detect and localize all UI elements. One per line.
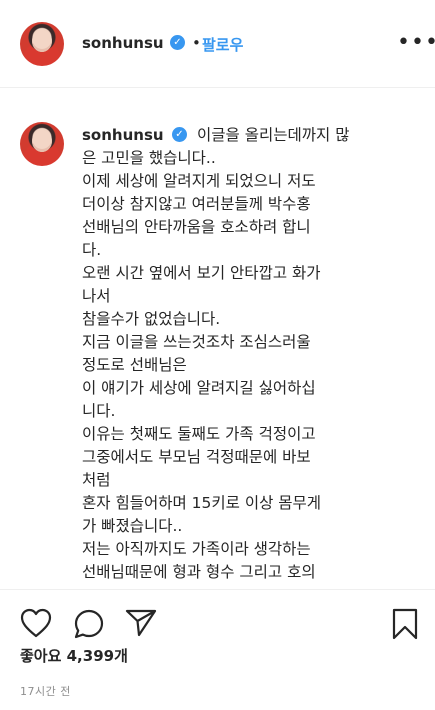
caption-line: 선배님의 안타까움을 호소하려 합니 xyxy=(82,218,311,236)
caption-line: 나서 xyxy=(82,287,111,305)
post-header: sonhunsu ✓ • 팔로우 ••• xyxy=(0,0,435,88)
caption-line: 선배님때문에 형과 형수 그리고 호의 xyxy=(82,563,316,581)
caption-line: 니다. xyxy=(82,402,116,420)
caption-username[interactable]: sonhunsu xyxy=(82,126,166,144)
caption-line: 이유는 첫째도 둘째도 가족 걱정이고 xyxy=(82,425,316,443)
caption-avatar[interactable] xyxy=(20,122,64,166)
caption-line: 정도로 선배님은 xyxy=(82,356,187,374)
caption-line: 그중에서도 부모님 걱정때문에 바보 xyxy=(82,448,311,466)
caption-line: 처럼 xyxy=(82,471,111,489)
post-caption: 이글을 올리는데까지 많 은 고민을 했습니다.. 이제 세상에 알려지게 되었… xyxy=(82,124,392,586)
caption-line: 가 빠졌습니다.. xyxy=(82,517,183,535)
follow-button[interactable]: 팔로우 xyxy=(202,34,243,55)
header-username[interactable]: sonhunsu xyxy=(82,34,164,52)
caption-line: 은 고민을 했습니다.. xyxy=(82,149,216,167)
heart-icon[interactable] xyxy=(20,608,52,638)
post-actions: 좋아요 4,399개 17시간 전 xyxy=(0,589,435,710)
share-icon[interactable] xyxy=(125,608,157,638)
avatar[interactable] xyxy=(20,22,64,66)
caption-line: 이 얘기가 세상에 알려지길 싫어하십 xyxy=(82,379,316,397)
caption-line: 오랜 시간 옆에서 보기 안타깝고 화가 xyxy=(82,264,321,282)
caption-line: 지금 이글을 쓰는것조차 조심스러울 xyxy=(82,333,311,351)
caption-line: 다. xyxy=(82,241,102,259)
verified-badge-icon: ✓ xyxy=(172,127,187,142)
caption-line: 참을수가 없었습니다. xyxy=(82,310,221,328)
verified-badge-icon: ✓ xyxy=(170,35,185,50)
caption-line: 더이상 참지않고 여러분들께 박수홍 xyxy=(82,195,311,213)
more-options-icon[interactable]: ••• xyxy=(397,30,435,55)
likes-count[interactable]: 좋아요 4,399개 xyxy=(20,645,128,666)
bookmark-icon[interactable] xyxy=(391,608,419,640)
post-timestamp[interactable]: 17시간 전 xyxy=(20,683,71,699)
caption-line: 혼자 힘들어하며 15키로 이상 몸무게 xyxy=(82,494,322,512)
caption-line: 저는 아직까지도 가족이라 생각하는 xyxy=(82,540,311,558)
separator-dot: • xyxy=(192,34,201,52)
caption-line: 이제 세상에 알려지게 되었으니 저도 xyxy=(82,172,316,190)
comment-icon[interactable] xyxy=(73,608,105,640)
